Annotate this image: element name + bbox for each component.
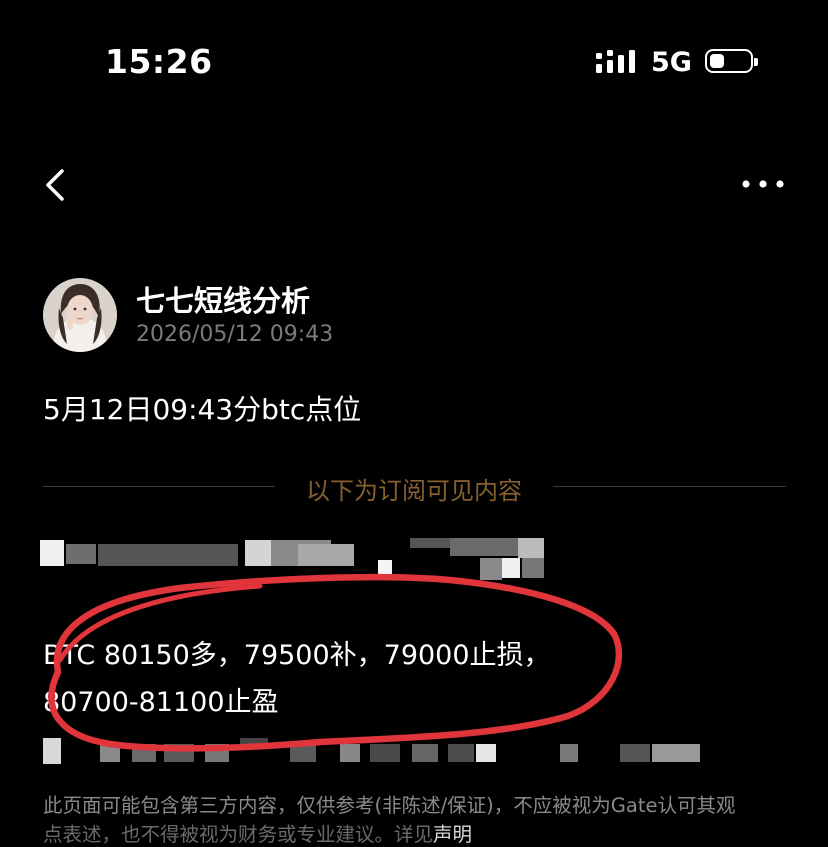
battery-icon	[705, 49, 758, 73]
blurred-content-line	[40, 732, 780, 772]
disclaimer-line2-text: 点表述，也不得被视为财务或专业建议。详见	[43, 823, 434, 846]
post-title: 5月12日09:43分btc点位	[43, 393, 362, 426]
post-content-line: 80700-81100止盈	[43, 687, 279, 718]
network-type: 5G	[651, 47, 692, 78]
more-dots-icon[interactable]	[740, 178, 786, 190]
avatar[interactable]	[43, 278, 117, 352]
subscribe-divider-label: 以下为订阅可见内容	[306, 477, 522, 505]
author-name[interactable]: 七七短线分析	[136, 278, 310, 320]
blurred-content-line	[40, 534, 780, 584]
disclaimer-text-line2: 点表述，也不得被视为财务或专业建议。详见声明	[43, 818, 472, 847]
disclaimer-text: 此页面可能包含第三方内容，仅供参考(非陈述/保证)，不应被视为Gate认可其观	[43, 794, 736, 817]
back-chevron-icon[interactable]	[40, 165, 76, 205]
post-timestamp: 2026/05/12 09:43	[136, 322, 334, 347]
status-time: 15:26	[105, 42, 213, 81]
divider-right	[553, 486, 786, 487]
disclaimer-link[interactable]: 声明	[433, 823, 472, 846]
post-content-line: BTC 80150多，79500补，79000止损，	[43, 640, 551, 671]
signal-bars-icon	[596, 50, 635, 73]
